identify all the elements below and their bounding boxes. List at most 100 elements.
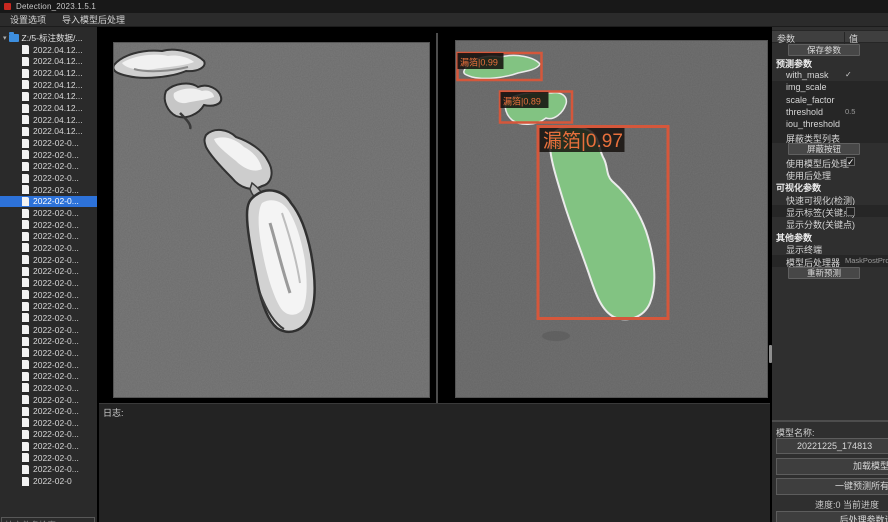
tree-file-item[interactable]: 2022-02-0...: [0, 137, 97, 149]
tree-file-item[interactable]: 2022-02-0...: [0, 172, 97, 184]
tree-file-item[interactable]: 2022-02-0...: [0, 277, 97, 289]
tree-file-item[interactable]: 2022-02-0...: [0, 394, 97, 406]
tree-file-item[interactable]: 2022-02-0...: [0, 207, 97, 219]
menu-settings[interactable]: 设置选项: [2, 13, 54, 27]
param-row[interactable]: 预测参数: [772, 56, 888, 68]
tree-file-item[interactable]: 2022-02-0...: [0, 382, 97, 394]
param-row[interactable]: 屏蔽类型列表: [772, 131, 888, 143]
param-row[interactable]: 保存参数: [772, 44, 888, 56]
param-row[interactable]: 使用后处理: [772, 168, 888, 180]
window-title: Detection_2023.1.5.1: [16, 2, 96, 11]
tree-file-item[interactable]: 2022-02-0...: [0, 370, 97, 382]
tree-file-item[interactable]: 2022-02-0...: [0, 464, 97, 476]
tree-file-item[interactable]: 2022.04.12...: [0, 56, 97, 68]
param-row[interactable]: 重新预测: [772, 267, 888, 279]
tree-item-label: 2022-02-0...: [33, 150, 79, 160]
tree-item-label: 2022-02-0: [33, 476, 72, 486]
tree-item-label: 2022-02-0...: [33, 406, 79, 416]
tree-file-item[interactable]: 2022-02-0...: [0, 219, 97, 231]
param-row[interactable]: 屏蔽按钮: [772, 143, 888, 155]
file-icon: [22, 45, 29, 54]
tree-file-item[interactable]: 2022-02-0...: [0, 231, 97, 243]
tree-file-item[interactable]: 2022-02-0...: [0, 359, 97, 371]
tree-file-item[interactable]: 2022-02-0...: [0, 405, 97, 417]
menu-import-postprocess[interactable]: 导入模型后处理: [54, 13, 133, 27]
tree-item-label: 2022-02-0...: [33, 325, 79, 335]
tree-file-item[interactable]: 2022-02-0...: [0, 289, 97, 301]
tree-item-label: 2022.04.12...: [33, 103, 83, 113]
tree-file-item[interactable]: 2022-02-0...: [0, 440, 97, 452]
folder-icon: [9, 34, 19, 42]
file-icon: [22, 290, 29, 299]
param-row[interactable]: iou_threshold: [772, 118, 888, 130]
model-name-field[interactable]: 20221225_174813: [776, 438, 888, 454]
original-image-panel[interactable]: [113, 42, 430, 398]
file-icon: [22, 418, 29, 427]
tree-file-item[interactable]: 2022-02-0...: [0, 300, 97, 312]
tree-item-label: 2022-02-0...: [33, 441, 79, 451]
param-label: scale_factor: [786, 95, 835, 105]
tree-file-item[interactable]: 2022-02-0...: [0, 324, 97, 336]
tree-file-item[interactable]: 2022.04.12...: [0, 102, 97, 114]
param-checkbox[interactable]: [846, 157, 855, 166]
load-model-button[interactable]: 加载模型: [776, 458, 888, 475]
param-row[interactable]: img_scale: [772, 81, 888, 93]
tree-item-label: 2022-02-0...: [33, 464, 79, 474]
tree-file-item[interactable]: 2022-02-0...: [0, 184, 97, 196]
file-icon: [22, 430, 29, 439]
tree-file-item[interactable]: 2022-02-0: [0, 475, 97, 487]
parameter-panel: 参数 值 保存参数 预测参数 with_mask ✓ img_scale: [772, 27, 888, 522]
param-row[interactable]: scale_factor: [772, 94, 888, 106]
file-icon: [22, 407, 29, 416]
file-icon: [22, 232, 29, 241]
tree-file-item[interactable]: 2022-02-0...: [0, 265, 97, 277]
param-row[interactable]: with_mask ✓: [772, 69, 888, 81]
filename-search-input[interactable]: [1, 517, 95, 522]
tree-file-item[interactable]: 2022-02-0...: [0, 335, 97, 347]
tree-file-item[interactable]: 2022-02-0...: [0, 452, 97, 464]
tree-item-label: 2022-02-0...: [33, 336, 79, 346]
predict-all-button[interactable]: 一键预测所有图片: [776, 478, 888, 495]
tree-file-item[interactable]: 2022-02-0...: [0, 254, 97, 266]
param-row[interactable]: 显示终端: [772, 242, 888, 254]
file-icon: [22, 278, 29, 287]
tree-file-item[interactable]: 2022-02-0...: [0, 312, 97, 324]
param-row[interactable]: 其他参数: [772, 230, 888, 242]
tree-item-label: 2022-02-0...: [33, 429, 79, 439]
param-row[interactable]: 可视化参数: [772, 180, 888, 192]
tree-file-item[interactable]: 2022.04.12...: [0, 126, 97, 138]
param-row[interactable]: 使用模型后处理: [772, 156, 888, 168]
tree-file-item[interactable]: 2022.04.12...: [0, 114, 97, 126]
tree-file-item[interactable]: 2022.04.12...: [0, 44, 97, 56]
expander-arrow-icon[interactable]: ▾: [3, 34, 7, 42]
tree-root-node[interactable]: ▾ Z:/5-标注数据/...: [0, 32, 82, 44]
tree-item-label: 2022-02-0...: [33, 383, 79, 393]
panel-splitter[interactable]: [436, 33, 438, 415]
param-checkbox[interactable]: [846, 207, 855, 216]
tree-file-item[interactable]: 2022.04.12...: [0, 79, 97, 91]
prediction-image-panel[interactable]: 漏箔|0.99 漏箔|0.89 漏箔|0.97: [455, 40, 768, 398]
tree-file-item[interactable]: 2022-02-0...: [0, 429, 97, 441]
file-icon: [22, 372, 29, 381]
tree-file-item[interactable]: 2022.04.12...: [0, 91, 97, 103]
tree-item-label: 2022-02-0...: [33, 220, 79, 230]
tree-file-item[interactable]: 2022-02-0...: [0, 149, 97, 161]
file-icon: [22, 150, 29, 159]
file-icon: [22, 337, 29, 346]
param-row[interactable]: 模型后处理器 MaskPostProc: [772, 255, 888, 267]
param-row[interactable]: 显示标签(关键点): [772, 205, 888, 217]
param-scrollbar-thumb[interactable]: [769, 345, 772, 363]
param-row[interactable]: threshold 0.5: [772, 106, 888, 118]
tree-item-label: 2022-02-0...: [33, 231, 79, 241]
tree-file-item[interactable]: 2022-02-0...: [0, 347, 97, 359]
tree-file-item[interactable]: 2022-02-0...: [0, 417, 97, 429]
tree-file-item[interactable]: 2022-02-0...: [0, 196, 97, 208]
param-label: with_mask: [786, 70, 829, 80]
tree-file-item[interactable]: 2022.04.12...: [0, 67, 97, 79]
tree-item-label: 2022-02-0...: [33, 173, 79, 183]
param-row[interactable]: 显示分数(关键点): [772, 217, 888, 229]
tree-file-item[interactable]: 2022-02-0...: [0, 161, 97, 173]
postprocess-params-button[interactable]: 后处理参数设置: [776, 511, 888, 522]
param-row[interactable]: 快速可视化(检测): [772, 193, 888, 205]
tree-file-item[interactable]: 2022-02-0...: [0, 242, 97, 254]
